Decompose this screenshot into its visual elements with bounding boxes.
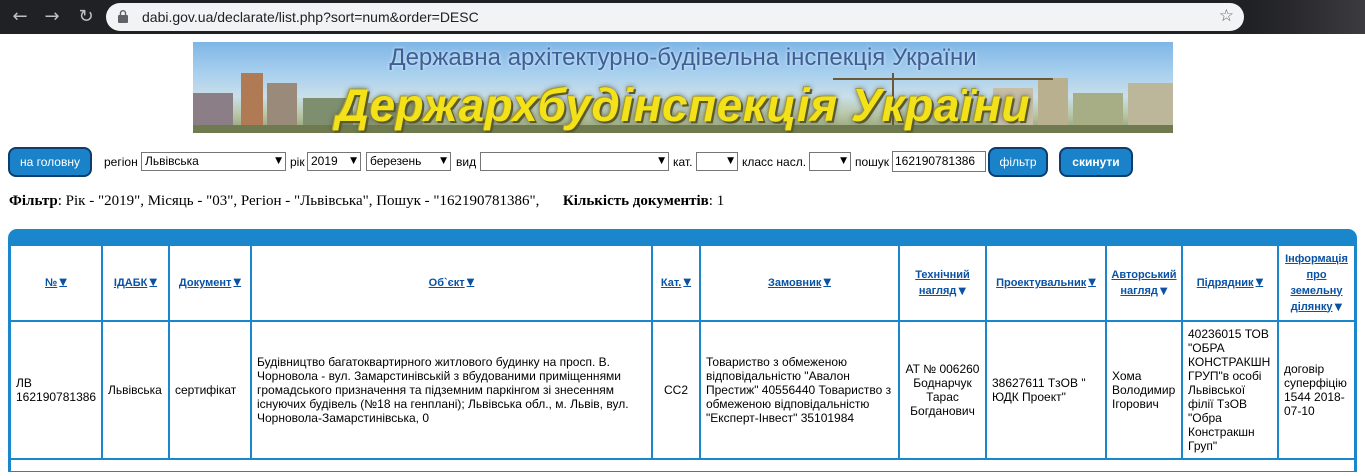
document-count-label: Кількість документів (562, 193, 709, 209)
column-header-contractor[interactable]: Підрядник ▼ (1182, 245, 1278, 321)
filter-summary-label: Фільтр (9, 193, 58, 209)
year-select-value: 2019 (311, 154, 338, 168)
cell-customer: Товариство з обмеженою відповідальністю … (700, 321, 899, 459)
sort-arrow-icon[interactable]: ▼ (823, 275, 831, 291)
dropdown-arrow-icon: ▼ (275, 156, 282, 166)
address-bar[interactable]: dabi.gov.ua/declarate/list.php?sort=num&… (106, 3, 1244, 31)
sort-arrow-icon[interactable]: ▼ (1088, 275, 1096, 291)
search-input[interactable]: 162190781386 (892, 151, 986, 172)
search-label: пошук (855, 155, 890, 169)
cell-author-supervision: Хома Володимир Ігорович (1106, 321, 1182, 459)
extensions-area (1250, 0, 1365, 34)
category-label: кат. (673, 155, 693, 169)
column-header-land-info[interactable]: Інформація про земельну ділянку ▼ (1278, 245, 1355, 321)
column-header-number[interactable]: № ▼ (10, 245, 102, 321)
category-select[interactable]: ▼ (696, 152, 738, 171)
sort-arrow-icon[interactable]: ▼ (59, 275, 67, 291)
document-count-value: : 1 (708, 193, 725, 209)
browser-toolbar: ← → ↻ dabi.gov.ua/declarate/list.php?sor… (0, 0, 1365, 34)
cell-technical-supervision: АТ № 006260 Боднарчук Тарас Богданович (899, 321, 986, 459)
region-select-value: Львівська (145, 154, 199, 168)
month-select[interactable]: березень ▼ (366, 152, 451, 171)
class-label: класс насл. (742, 155, 807, 169)
forward-icon[interactable]: → (40, 5, 64, 29)
home-button[interactable]: на головну (8, 147, 92, 177)
type-select[interactable]: ▼ (480, 152, 669, 171)
year-select[interactable]: 2019 ▼ (307, 152, 361, 171)
cell-designer: 38627611 ТзОВ " ЮДК Проект" (986, 321, 1106, 459)
cell-object: Будівництво багатоквартирного житлового … (251, 321, 652, 459)
column-header-designer[interactable]: Проектувальник ▼ (986, 245, 1106, 321)
dropdown-arrow-icon: ▼ (840, 156, 847, 166)
back-icon[interactable]: ← (8, 5, 32, 29)
lock-icon (118, 10, 128, 23)
site-banner: Державна архітектурно-будівельна інспекц… (193, 42, 1173, 133)
filter-summary: Фільтр: Рік - "2019", Місяць - "03", Рег… (9, 193, 724, 210)
reset-button[interactable]: скинути (1059, 147, 1133, 177)
column-header-category[interactable]: Кат. ▼ (652, 245, 700, 321)
sort-arrow-icon[interactable]: ▼ (467, 275, 475, 291)
cell-land-info: договір суперфіцію 1544 2018-07-10 (1278, 321, 1355, 459)
cell-category: СС2 (652, 321, 700, 459)
dropdown-arrow-icon: ▼ (727, 156, 734, 166)
region-label: регіон (104, 155, 138, 169)
class-select[interactable]: ▼ (809, 152, 851, 171)
url-text: dabi.gov.ua/declarate/list.php?sort=num&… (142, 9, 479, 25)
column-header-idabk[interactable]: ІДАБК ▼ (102, 245, 169, 321)
column-header-customer[interactable]: Замовник ▼ (700, 245, 899, 321)
dropdown-arrow-icon: ▼ (440, 156, 447, 166)
sort-arrow-icon[interactable]: ▼ (233, 275, 241, 291)
column-header-object[interactable]: Об`єкт ▼ (251, 245, 652, 321)
year-label: рік (290, 155, 305, 169)
sort-arrow-icon[interactable]: ▼ (149, 275, 157, 291)
column-header-technical-supervision[interactable]: Технічний нагляд ▼ (899, 245, 986, 321)
type-label: вид (456, 155, 477, 169)
reload-icon[interactable]: ↻ (74, 5, 98, 29)
sort-arrow-icon[interactable]: ▼ (958, 284, 966, 300)
table-footer-row (10, 459, 1355, 472)
dropdown-arrow-icon: ▼ (658, 156, 665, 166)
column-header-author-supervision[interactable]: Авторський нагляд ▼ (1106, 245, 1182, 321)
banner-title: Держархбудінспекція України (335, 79, 1031, 131)
cell-number: ЛВ 162190781386 (10, 321, 102, 459)
sort-arrow-icon[interactable]: ▼ (683, 275, 691, 291)
filter-summary-text: : Рік - "2019", Місяць - "03", Регіон - … (57, 193, 540, 209)
cell-contractor: 40236015 ТОВ "ОБРА КОНСТРАКШН ГРУП"в осо… (1182, 321, 1278, 459)
sort-arrow-icon[interactable]: ▼ (1335, 300, 1343, 316)
column-header-document[interactable]: Документ ▼ (169, 245, 251, 321)
month-select-value: березень (370, 154, 422, 168)
cell-idabk: Львівська (102, 321, 169, 459)
cell-document: сертифікат (169, 321, 251, 459)
region-select[interactable]: Львівська ▼ (141, 152, 286, 171)
filter-button[interactable]: фільтр (988, 147, 1048, 177)
sort-arrow-icon[interactable]: ▼ (1160, 284, 1168, 300)
sort-arrow-icon[interactable]: ▼ (1256, 275, 1264, 291)
bookmark-star-icon[interactable]: ☆ (1219, 6, 1234, 26)
banner-subtitle: Державна архітектурно-будівельна інспекц… (389, 44, 977, 71)
dropdown-arrow-icon: ▼ (350, 156, 357, 166)
